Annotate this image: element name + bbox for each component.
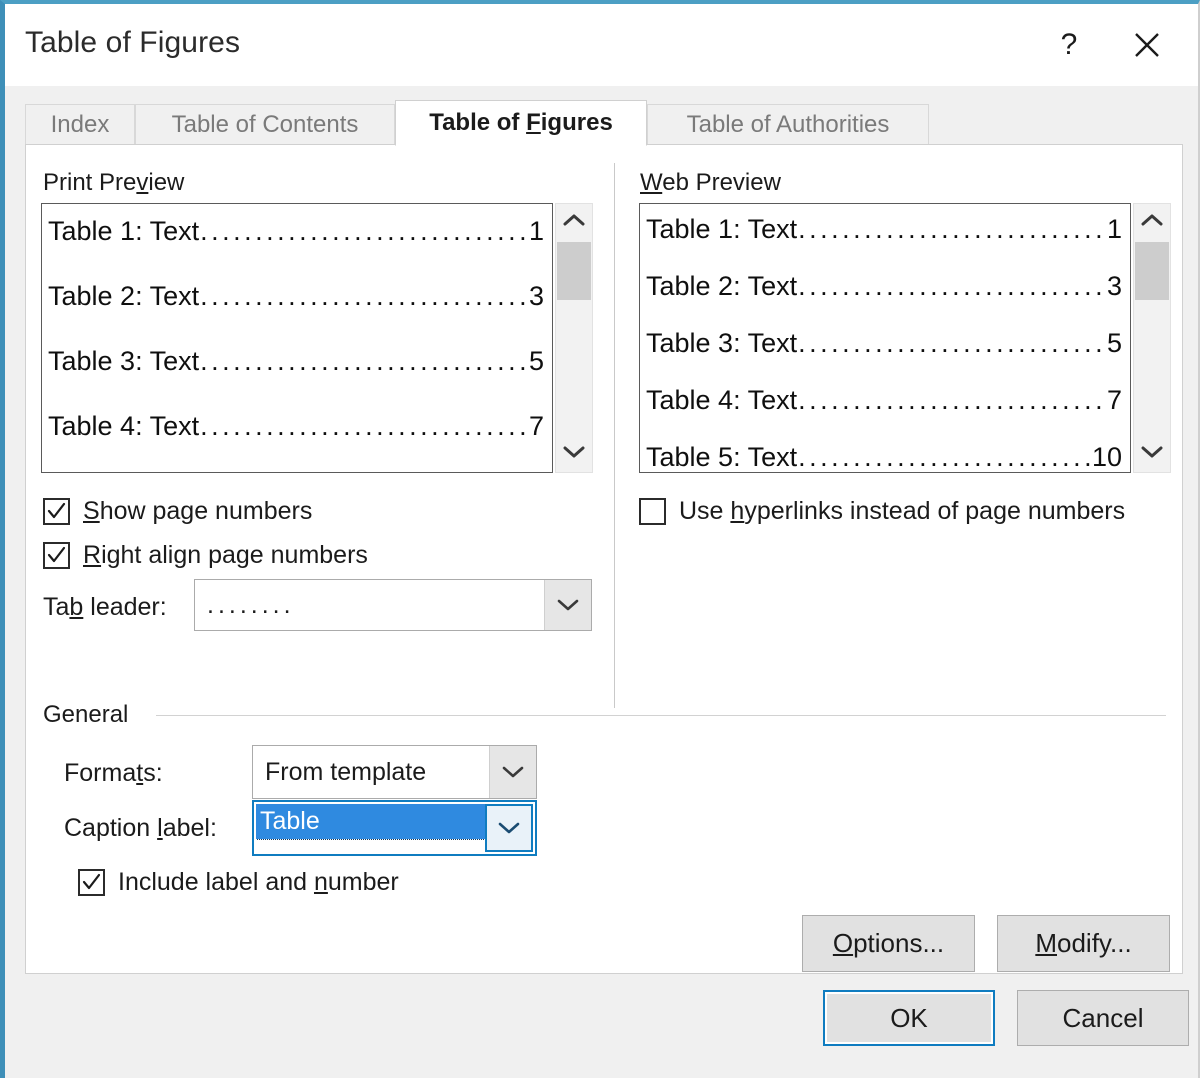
- web-preview-line: Table 2: Text...........................…: [640, 271, 1130, 302]
- checkbox-box: [639, 498, 666, 525]
- selected-text: Table: [256, 804, 485, 839]
- tab-index[interactable]: Index: [25, 104, 135, 145]
- tab-table-of-contents[interactable]: Table of Contents: [135, 104, 395, 145]
- accel-key: O: [833, 928, 853, 958]
- print-preview-group: Table 1: Text...........................…: [41, 203, 593, 473]
- checkbox-label: Include label and number: [118, 868, 399, 897]
- column-divider: [614, 163, 615, 708]
- dialog-footer: OK Cancel: [5, 972, 1198, 1078]
- tab-table-of-authorities[interactable]: Table of Authorities: [647, 104, 929, 145]
- modify-button[interactable]: Modify...: [997, 915, 1170, 972]
- formats-value[interactable]: From template: [253, 746, 489, 798]
- print-preview-line: Table 2: Text...........................…: [42, 281, 552, 312]
- print-preview-line: Table 4: Text...........................…: [42, 411, 552, 442]
- general-group-label: General: [43, 701, 128, 729]
- right-align-page-numbers-checkbox[interactable]: Right align page numbers: [43, 541, 368, 570]
- use-hyperlinks-checkbox[interactable]: Use hyperlinks instead of page numbers: [639, 497, 1125, 526]
- print-preview-scrollbar[interactable]: [555, 203, 593, 473]
- web-preview-label: Web Preview: [640, 169, 781, 197]
- tab-label: Table of Authorities: [687, 111, 890, 139]
- scroll-down-button[interactable]: [1134, 436, 1170, 472]
- tab-accel-key: F: [526, 109, 541, 136]
- caption-label-label: Caption label:: [64, 814, 217, 843]
- web-preview-line: Table 5: Text...........................…: [640, 442, 1130, 473]
- web-preview-line: Table 3: Text...........................…: [640, 328, 1130, 359]
- title-bar: Table of Figures ?: [5, 4, 1198, 86]
- modify-button-label: Modify...: [1035, 928, 1131, 959]
- chevron-up-icon: [1141, 213, 1163, 232]
- tab-strip: Index Table of Contents Table of Figures…: [25, 100, 1178, 145]
- ok-button-label: OK: [890, 1003, 928, 1034]
- print-preview-box[interactable]: Table 1: Text...........................…: [41, 203, 553, 473]
- cancel-button-label: Cancel: [1063, 1003, 1144, 1034]
- print-preview-label: Print Preview: [43, 169, 184, 197]
- tab-label: Index: [51, 111, 110, 139]
- scroll-down-button[interactable]: [556, 436, 592, 472]
- checkbox-label: Right align page numbers: [83, 541, 368, 570]
- include-label-and-number-checkbox[interactable]: Include label and number: [78, 868, 399, 897]
- accel-key: W: [640, 169, 662, 196]
- scrollbar-thumb[interactable]: [557, 242, 591, 300]
- web-preview-scrollbar[interactable]: [1133, 203, 1171, 473]
- accel-key: h: [730, 497, 744, 525]
- options-button[interactable]: Options...: [802, 915, 975, 972]
- web-preview-line: Table 1: Text...........................…: [640, 214, 1130, 245]
- chevron-down-icon: [1141, 445, 1163, 464]
- formats-label: Formats:: [64, 759, 163, 788]
- formats-combobox[interactable]: From template: [252, 745, 537, 799]
- chevron-down-icon[interactable]: [544, 580, 591, 630]
- options-button-label: Options...: [833, 928, 944, 959]
- chevron-down-icon: [563, 445, 585, 464]
- scroll-up-button[interactable]: [1134, 204, 1170, 240]
- tab-panel: Print Preview Table 1: Text.............…: [25, 144, 1183, 974]
- chevron-down-icon[interactable]: [489, 746, 536, 798]
- checkbox-box: [43, 498, 70, 525]
- question-mark-icon: ?: [1061, 30, 1078, 60]
- accel-key: S: [83, 497, 100, 525]
- tab-leader-value[interactable]: ........: [195, 580, 544, 630]
- table-of-figures-dialog: Table of Figures ? Index Table of Conten…: [0, 0, 1200, 1078]
- cancel-button[interactable]: Cancel: [1017, 990, 1189, 1046]
- accel-key: R: [83, 541, 101, 569]
- accel-key: n: [314, 868, 328, 896]
- accel-key: v: [136, 169, 148, 196]
- web-preview-box[interactable]: Table 1: Text...........................…: [639, 203, 1131, 473]
- general-group-rule: [156, 715, 1166, 716]
- accel-key: M: [1035, 928, 1057, 958]
- print-preview-line: Table 3: Text...........................…: [42, 346, 552, 377]
- caption-label-combobox[interactable]: Table: [252, 800, 537, 856]
- dialog-title: Table of Figures: [25, 26, 240, 60]
- close-button[interactable]: [1118, 18, 1176, 72]
- web-preview-group: Table 1: Text...........................…: [639, 203, 1169, 473]
- checkbox-label: Use hyperlinks instead of page numbers: [679, 497, 1125, 526]
- print-preview-line: Table 1: Text...........................…: [42, 216, 552, 247]
- close-icon: [1132, 30, 1162, 60]
- scroll-up-button[interactable]: [556, 204, 592, 240]
- checkbox-box: [43, 542, 70, 569]
- accel-key: b: [69, 593, 83, 621]
- caption-label-value[interactable]: Table: [256, 804, 485, 852]
- tab-label: Table of Contents: [172, 111, 359, 139]
- tab-label: Table of Figures: [429, 109, 613, 137]
- checkbox-box: [78, 869, 105, 896]
- checkbox-label: Show page numbers: [83, 497, 312, 526]
- tab-leader-label: Tab leader:: [43, 593, 167, 622]
- scrollbar-thumb[interactable]: [1135, 242, 1169, 300]
- tab-table-of-figures[interactable]: Table of Figures: [395, 100, 647, 146]
- ok-button[interactable]: OK: [823, 990, 995, 1046]
- tab-leader-combobox[interactable]: ........: [194, 579, 592, 631]
- web-preview-line: Table 4: Text...........................…: [640, 385, 1130, 416]
- help-button[interactable]: ?: [1040, 18, 1098, 72]
- show-page-numbers-checkbox[interactable]: Show page numbers: [43, 497, 312, 526]
- chevron-up-icon: [563, 213, 585, 232]
- chevron-down-icon[interactable]: [485, 804, 533, 852]
